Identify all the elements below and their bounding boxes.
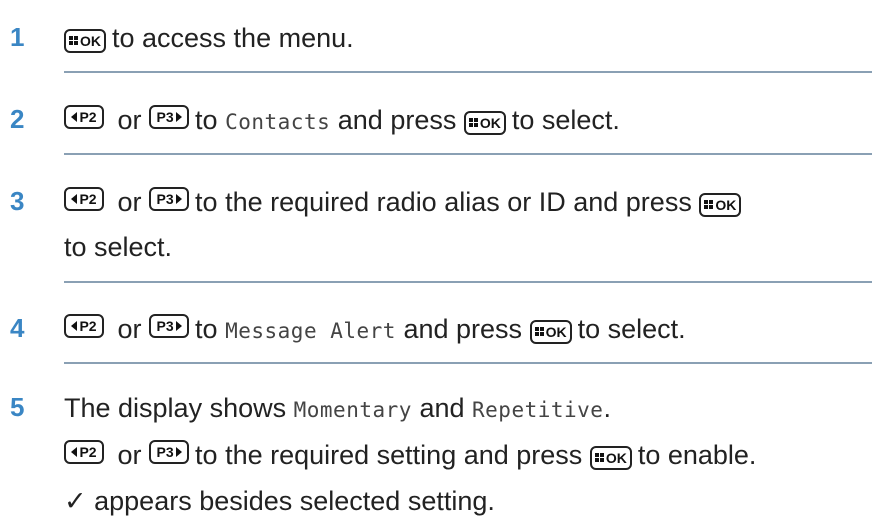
step-text-line-2: P2 or P3 to the required setting and pres… xyxy=(64,438,756,472)
step-text: P2 or P3 to the required radio alias or I… xyxy=(64,185,747,219)
p2-key-icon: P2 xyxy=(64,187,104,211)
step-text: OK to access the menu. xyxy=(64,21,354,55)
menu-item-message-alert: Message Alert xyxy=(225,319,396,343)
step-number: 3 xyxy=(10,186,25,216)
p2-key-icon: P2 xyxy=(64,440,104,464)
step-text: The display shows Momentary and Repetiti… xyxy=(64,393,611,423)
step-number: 5 xyxy=(10,392,25,422)
step-text-continued: to select. xyxy=(64,232,173,262)
step-text-line-3: ✓ appears besides selected setting. xyxy=(64,486,495,516)
divider xyxy=(64,362,872,364)
p2-key-icon: P2 xyxy=(64,105,104,129)
menu-ok-key-icon: OK xyxy=(589,445,632,470)
step-number: 4 xyxy=(10,313,25,343)
p3-key-icon: P3 xyxy=(149,105,190,129)
step-text: P2 or P3 to Contacts and press OK to selec… xyxy=(64,103,620,139)
p3-key-icon: P3 xyxy=(149,187,190,211)
divider xyxy=(64,153,872,155)
p3-key-icon: P3 xyxy=(149,440,190,464)
divider xyxy=(64,71,872,73)
menu-ok-key-icon: OK xyxy=(699,192,742,217)
divider xyxy=(64,281,872,283)
option-momentary: Momentary xyxy=(293,398,412,422)
p2-key-icon: P2 xyxy=(64,314,104,338)
step-number: 2 xyxy=(10,104,25,134)
step-text: P2 or P3 to Message Alert and press OK to … xyxy=(64,312,686,348)
p3-key-icon: P3 xyxy=(149,314,190,338)
menu-ok-key-icon: OK xyxy=(529,319,572,344)
menu-ok-key-icon: OK xyxy=(463,110,506,135)
menu-ok-key-icon: OK xyxy=(64,28,106,53)
option-repetitive: Repetitive xyxy=(472,398,604,422)
step-number: 1 xyxy=(10,22,25,52)
menu-item-contacts: Contacts xyxy=(225,110,331,134)
